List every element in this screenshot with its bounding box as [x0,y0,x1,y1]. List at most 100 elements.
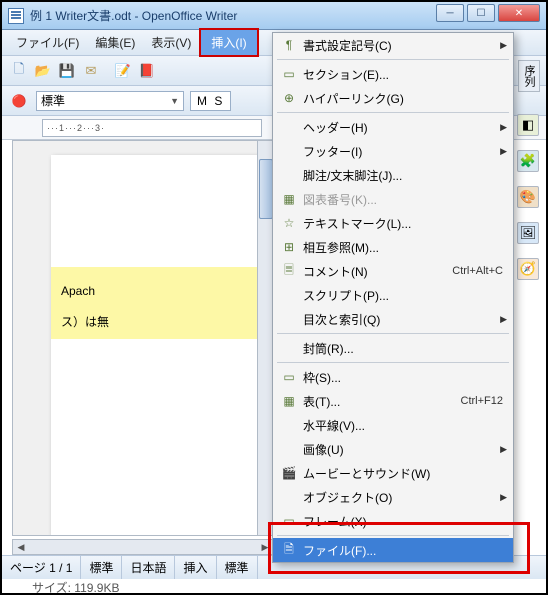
menu-item-icon: ▦ [279,392,299,410]
document-area: Apach ス）は無 [12,140,274,536]
submenu-arrow-icon: ▶ [500,122,507,133]
menu-item-17[interactable]: ▭枠(S)... [273,365,513,389]
new-document-button[interactable]: 🗋 [8,60,30,82]
menu-item-label: ムービーとサウンド(W) [299,465,507,482]
status-page: ページ 1 / 1 [2,556,81,579]
menu-item-9[interactable]: ☆テキストマーク(L)... [273,211,513,235]
menu-item-label: ヘッダー(H) [299,119,500,136]
open-button[interactable]: 📂 [32,60,54,82]
style-select[interactable]: 標準 ▼ [36,91,184,111]
menu-item-2[interactable]: ▭セクション(E)... [273,62,513,86]
highlighted-text: Apach ス）は無 [51,267,271,339]
menu-item-icon [279,416,299,434]
vertical-scrollbar[interactable] [257,141,273,535]
menu-item-icon: ▭ [279,65,299,83]
menu-item-11[interactable]: 🗏コメント(N)Ctrl+Alt+C [273,259,513,283]
menu-item-label: ハイパーリンク(G) [299,90,507,107]
menu-item-7[interactable]: 脚注/文末脚注(J)... [273,163,513,187]
maximize-button[interactable]: ☐ [467,4,495,22]
side-icon-5[interactable]: 🧭 [517,258,539,280]
menu-item-label: 画像(U) [299,441,500,458]
styles-icon[interactable]: 🔴 [8,90,30,112]
menu-item-label: オブジェクト(O) [299,489,500,506]
menu-file[interactable]: ファイル(F) [8,30,87,55]
menu-item-label: 相互参照(M)... [299,239,507,256]
menu-item-10[interactable]: ⊞相互参照(M)... [273,235,513,259]
scroll-left-icon[interactable]: ◀ [13,540,29,554]
menu-item-icon: 🎬 [279,464,299,482]
bottom-info: サイズ: 119.9KB [2,579,546,593]
menu-item-5[interactable]: ヘッダー(H)▶ [273,115,513,139]
menu-item-8: ▦図表番号(K)... [273,187,513,211]
minimize-button[interactable]: ─ [436,4,464,22]
menu-item-0[interactable]: ¶書式設定記号(C)▶ [273,33,513,57]
status-lang: 日本語 [122,556,175,579]
menu-item-shortcut: Ctrl+F12 [461,395,508,407]
status-mode: 挿入 [175,556,216,579]
mail-button[interactable]: ✉ [80,60,102,82]
menu-item-icon [279,166,299,184]
menu-insert[interactable]: 挿入(I) [199,28,258,57]
submenu-arrow-icon: ▶ [500,492,507,503]
edit-button[interactable]: 📝 [112,60,134,82]
menu-item-13[interactable]: 目次と索引(Q)▶ [273,307,513,331]
menu-item-icon: ▭ [279,368,299,386]
scrollbar-thumb[interactable] [259,159,273,219]
menu-item-19[interactable]: 水平線(V)... [273,413,513,437]
menu-item-21[interactable]: 🎬ムービーとサウンド(W) [273,461,513,485]
menu-item-label: 水平線(V)... [299,417,507,434]
titlebar: 例 1 Writer文書.odt - OpenOffice Writer ─ ☐… [2,2,546,30]
menu-item-label: 封筒(R)... [299,340,507,357]
menu-item-12[interactable]: スクリプト(P)... [273,283,513,307]
document-icon [8,8,24,24]
menu-item-shortcut: Ctrl+Alt+C [452,265,507,277]
menu-item-label: スクリプト(P)... [299,287,507,304]
style-select-value: 標準 [41,92,65,109]
menu-item-15[interactable]: 封筒(R)... [273,336,513,360]
pdf-button[interactable]: 📕 [136,60,158,82]
menu-item-label: セクション(E)... [299,66,507,83]
annotation-highlight-file [268,522,530,574]
status-std: 標準 [81,556,122,579]
menu-item-label: フッター(I) [299,143,500,160]
menu-item-18[interactable]: ▦表(T)...Ctrl+F12 [273,389,513,413]
menu-item-icon: ☆ [279,214,299,232]
menu-item-label: 脚注/文末脚注(J)... [299,167,507,184]
menu-view[interactable]: 表示(V) [143,30,199,55]
menu-item-icon [279,118,299,136]
menu-item-icon [279,286,299,304]
insert-menu-dropdown: ¶書式設定記号(C)▶▭セクション(E)...⊕ハイパーリンク(G)ヘッダー(H… [272,32,514,563]
save-button[interactable]: 💾 [56,60,78,82]
side-icon-3[interactable]: 🎨 [517,186,539,208]
menu-item-3[interactable]: ⊕ハイパーリンク(G) [273,86,513,110]
font-name[interactable]: M S [190,91,231,111]
close-button[interactable]: ✕ [498,4,540,22]
menu-edit[interactable]: 編集(E) [87,30,143,55]
submenu-arrow-icon: ▶ [500,314,507,325]
menu-item-icon [279,440,299,458]
horizontal-scrollbar[interactable]: ◀ ▶ [12,539,274,555]
menu-item-label: コメント(N) [299,263,452,280]
menu-item-icon: ⊕ [279,89,299,107]
menu-item-label: 書式設定記号(C) [299,37,500,54]
submenu-arrow-icon: ▶ [500,40,507,51]
side-icon-1[interactable]: ◧ [517,114,539,136]
menu-item-20[interactable]: 画像(U)▶ [273,437,513,461]
menu-item-label: 表(T)... [299,393,461,410]
menu-item-label: 枠(S)... [299,369,507,386]
horizontal-ruler[interactable]: ···1···2···3· [42,119,262,137]
menu-item-label: 目次と索引(Q) [299,311,500,328]
side-icon-4[interactable]: 🖼 [517,222,539,244]
menu-item-6[interactable]: フッター(I)▶ [273,139,513,163]
side-tab[interactable]: 序列 [518,60,540,92]
page[interactable]: Apach ス）は無 [51,155,271,535]
menu-item-label: 図表番号(K)... [299,191,507,208]
menu-item-label: テキストマーク(L)... [299,215,507,232]
side-icon-2[interactable]: 🧩 [517,150,539,172]
menu-item-22[interactable]: オブジェクト(O)▶ [273,485,513,509]
side-panel: ◧ 🧩 🎨 🖼 🧭 [516,114,540,280]
menu-item-icon: ▦ [279,190,299,208]
chevron-down-icon: ▼ [170,96,179,106]
submenu-arrow-icon: ▶ [500,444,507,455]
status-std2: 標準 [217,556,258,579]
